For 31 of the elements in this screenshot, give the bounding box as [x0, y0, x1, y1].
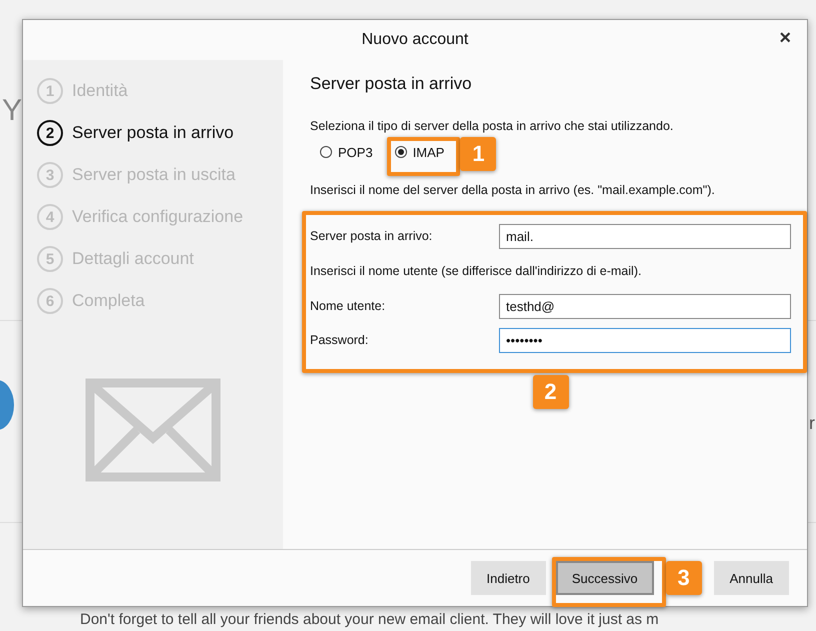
radio-option[interactable]: IMAP: [394, 144, 444, 160]
instruction-text: Seleziona il tipo di server della posta in arrivo che stai utilizzando.: [310, 119, 674, 133]
instruction-text: Inserisci il nome utente (se differisce dall'indirizzo di e-mail).: [310, 263, 642, 280]
input-field[interactable]: ••••••••: [499, 328, 791, 352]
step-label: Server posta in uscita: [72, 165, 236, 185]
envelope-icon: [85, 378, 221, 482]
step-label: Verifica configurazione: [72, 207, 244, 227]
step-label: Completa: [72, 291, 145, 311]
close-button[interactable]: ×: [777, 28, 793, 48]
step-label: Dettagli account: [72, 249, 194, 269]
step-badge: 3: [666, 561, 702, 595]
step-label: Identità: [72, 81, 128, 101]
field-label: Nome utente:: [310, 299, 386, 313]
background-letter: r: [809, 412, 816, 434]
dialog-button[interactable]: Annulla: [714, 561, 789, 595]
dialog-button[interactable]: Successivo: [556, 561, 654, 595]
background-text: Don't forget to tell all your friends about your new email client. They will love it just as m: [80, 611, 659, 628]
radio-option[interactable]: POP3: [320, 144, 373, 160]
dialog-button[interactable]: Indietro: [470, 561, 546, 595]
section-heading: Server posta in arrivo: [310, 74, 473, 94]
field-label: Password:: [310, 333, 370, 347]
window-title: Nuovo account: [362, 31, 468, 49]
step-badge: 1: [460, 136, 496, 170]
input-field[interactable]: testhd@: [499, 294, 791, 318]
step-badge: 2: [532, 375, 568, 409]
instruction-text: Inserisci il nome del server della posta in arrivo (es. "mail.example.com").: [310, 183, 716, 197]
step-number: 2: [37, 120, 63, 146]
input-field[interactable]: mail.: [499, 224, 791, 248]
background-letter: Y: [2, 94, 22, 128]
step-label: Server posta in arrivo: [72, 123, 234, 143]
field-label: Server posta in arrivo:: [310, 229, 434, 243]
